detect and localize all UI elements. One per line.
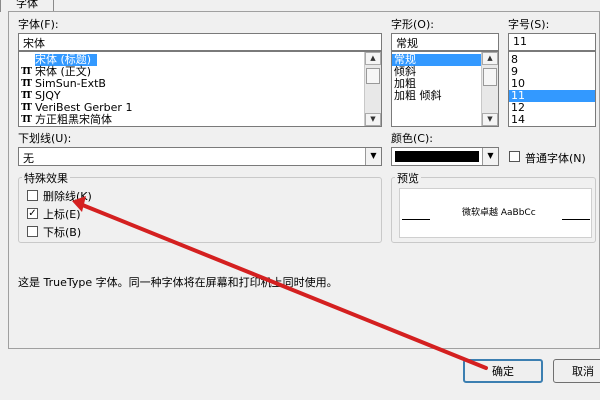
arrow-line <box>78 202 488 370</box>
arrowhead-icon <box>72 196 86 212</box>
annotation-arrow <box>72 196 488 370</box>
